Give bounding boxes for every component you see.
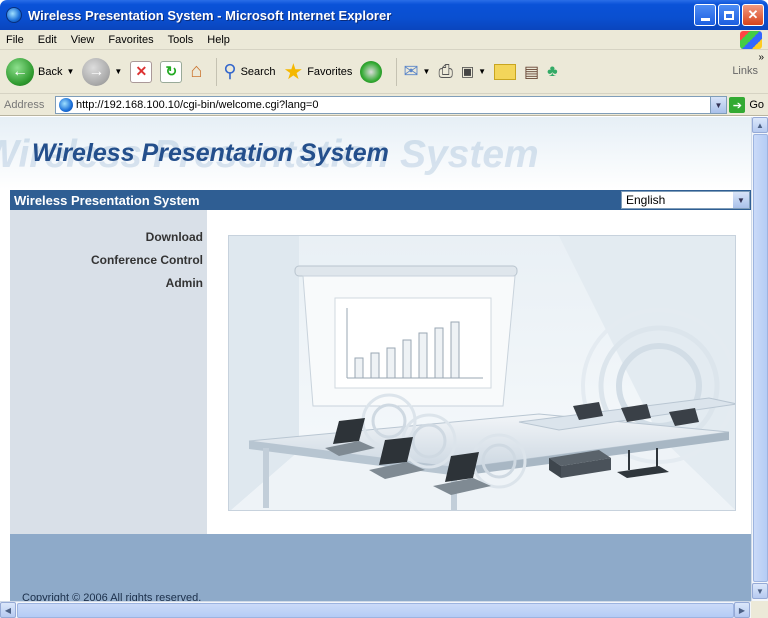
toolbar: ← Back ▼ → ▼ ✕ ↻ ⌂ ⚲ Search ★ Favorites … [0, 50, 768, 94]
back-button[interactable]: ← Back ▼ [6, 57, 74, 86]
edit-button[interactable]: ▣ ▼ [461, 63, 486, 80]
close-button[interactable]: ✕ [742, 4, 764, 26]
edit-icon: ▣ [460, 63, 475, 79]
go-button[interactable]: ➔ Go [729, 97, 764, 113]
favorites-button[interactable]: ★ Favorites [283, 59, 352, 85]
horizontal-scrollbar[interactable]: ◀ ▶ [0, 601, 751, 618]
messenger-button[interactable]: ♣ [547, 63, 558, 81]
illustration-svg [229, 236, 735, 510]
vertical-scroll-thumb[interactable] [753, 134, 768, 582]
media-button[interactable] [360, 60, 383, 83]
links-button[interactable]: Links [732, 65, 758, 77]
back-arrow-icon: ← [6, 57, 34, 86]
nav-bar-title: Wireless Presentation System [14, 193, 200, 208]
nav-link-conference-control[interactable]: Conference Control [91, 253, 203, 267]
address-input[interactable]: http://192.168.100.10/cgi-bin/welcome.cg… [55, 96, 727, 114]
folder-icon [494, 63, 517, 80]
chevron-down-icon[interactable]: ▼ [733, 192, 749, 208]
site-logo-title: Wireless Presentation System [32, 139, 389, 167]
search-icon: ⚲ [223, 61, 237, 81]
menu-edit[interactable]: Edit [38, 34, 57, 46]
page-viewport: Wireless Presentation System Wireless Pr… [0, 117, 768, 618]
menu-bar: File Edit View Favorites Tools Help [0, 30, 768, 50]
menu-favorites[interactable]: Favorites [108, 34, 153, 46]
nav-link-admin[interactable]: Admin [166, 276, 203, 290]
windows-flag-icon [740, 31, 762, 49]
search-button[interactable]: ⚲ Search [223, 61, 275, 82]
stop-icon: ✕ [130, 60, 153, 83]
stop-button[interactable]: ✕ [130, 60, 153, 83]
folder-button[interactable] [494, 63, 517, 80]
toolbar-separator [216, 57, 218, 86]
scroll-down-button[interactable]: ▼ [752, 583, 768, 599]
title-bar[interactable]: Wireless Presentation System - Microsoft… [0, 0, 768, 30]
links-chevron-icon[interactable]: » [758, 52, 764, 63]
menu-view[interactable]: View [71, 34, 95, 46]
print-button[interactable]: ⎙ [438, 61, 452, 82]
edit-dropdown-icon[interactable]: ▼ [478, 67, 486, 76]
chevron-up-icon: ▲ [756, 120, 764, 130]
left-nav: Download Conference Control Admin [10, 210, 207, 534]
language-select[interactable]: English ▼ [621, 191, 750, 209]
mail-button[interactable]: ✉ ▼ [403, 61, 430, 82]
close-icon: ✕ [747, 7, 759, 22]
mail-icon: ✉ [403, 61, 419, 81]
refresh-button[interactable]: ↻ [160, 60, 183, 83]
maximize-button[interactable] [718, 4, 740, 26]
scroll-left-button[interactable]: ◀ [0, 602, 16, 618]
scroll-up-button[interactable]: ▲ [752, 117, 768, 133]
menu-file[interactable]: File [6, 34, 24, 46]
favorites-label: Favorites [307, 65, 353, 78]
forward-button[interactable]: → ▼ [82, 57, 122, 86]
favorites-star-icon: ★ [283, 58, 304, 84]
mail-dropdown-icon[interactable]: ▼ [423, 67, 431, 76]
maximize-icon [724, 10, 734, 20]
refresh-icon: ↻ [160, 60, 183, 83]
minimize-icon [700, 17, 710, 21]
home-icon: ⌂ [190, 60, 203, 82]
menu-tools[interactable]: Tools [168, 34, 194, 46]
back-dropdown-icon[interactable]: ▼ [66, 67, 74, 76]
horizontal-scroll-thumb[interactable] [17, 603, 734, 618]
back-label: Back [38, 65, 63, 78]
nav-bar: Wireless Presentation System English ▼ [10, 190, 751, 210]
window-controls: ✕ [694, 4, 764, 26]
conference-room-illustration [228, 235, 736, 511]
address-label: Address [4, 98, 45, 111]
nav-link-download[interactable]: Download [146, 230, 203, 244]
menu-help[interactable]: Help [207, 34, 230, 46]
scroll-right-button[interactable]: ▶ [734, 602, 750, 618]
window-title: Wireless Presentation System - Microsoft… [28, 7, 392, 23]
chevron-left-icon: ◀ [4, 605, 12, 615]
ie-logo-icon [6, 7, 22, 23]
address-dropdown-icon[interactable]: ▼ [710, 97, 726, 113]
go-label: Go [749, 99, 764, 111]
minimize-button[interactable] [694, 4, 716, 26]
media-icon [360, 60, 383, 83]
address-url[interactable]: http://192.168.100.10/cgi-bin/welcome.cg… [76, 99, 318, 111]
page-header: Wireless Presentation System Wireless Pr… [0, 117, 751, 189]
messenger-icon: ♣ [547, 62, 558, 80]
search-label: Search [240, 65, 276, 78]
page-icon [59, 98, 73, 112]
forward-arrow-icon: → [82, 57, 111, 86]
scrollbar-corner [751, 601, 768, 618]
chevron-down-icon: ▼ [756, 586, 764, 596]
language-selected: English [626, 193, 666, 207]
go-arrow-icon: ➔ [729, 97, 746, 113]
home-button[interactable]: ⌂ [190, 60, 202, 83]
forward-dropdown-icon[interactable]: ▼ [114, 67, 122, 76]
vertical-scrollbar[interactable]: ▲ ▼ [751, 117, 768, 601]
address-bar: Address http://192.168.100.10/cgi-bin/we… [0, 94, 768, 116]
research-icon: ▤ [524, 63, 540, 81]
toolbar-separator [396, 57, 398, 86]
chevron-right-icon: ▶ [738, 605, 746, 615]
research-button[interactable]: ▤ [524, 62, 539, 82]
print-icon: ⎙ [438, 61, 453, 81]
